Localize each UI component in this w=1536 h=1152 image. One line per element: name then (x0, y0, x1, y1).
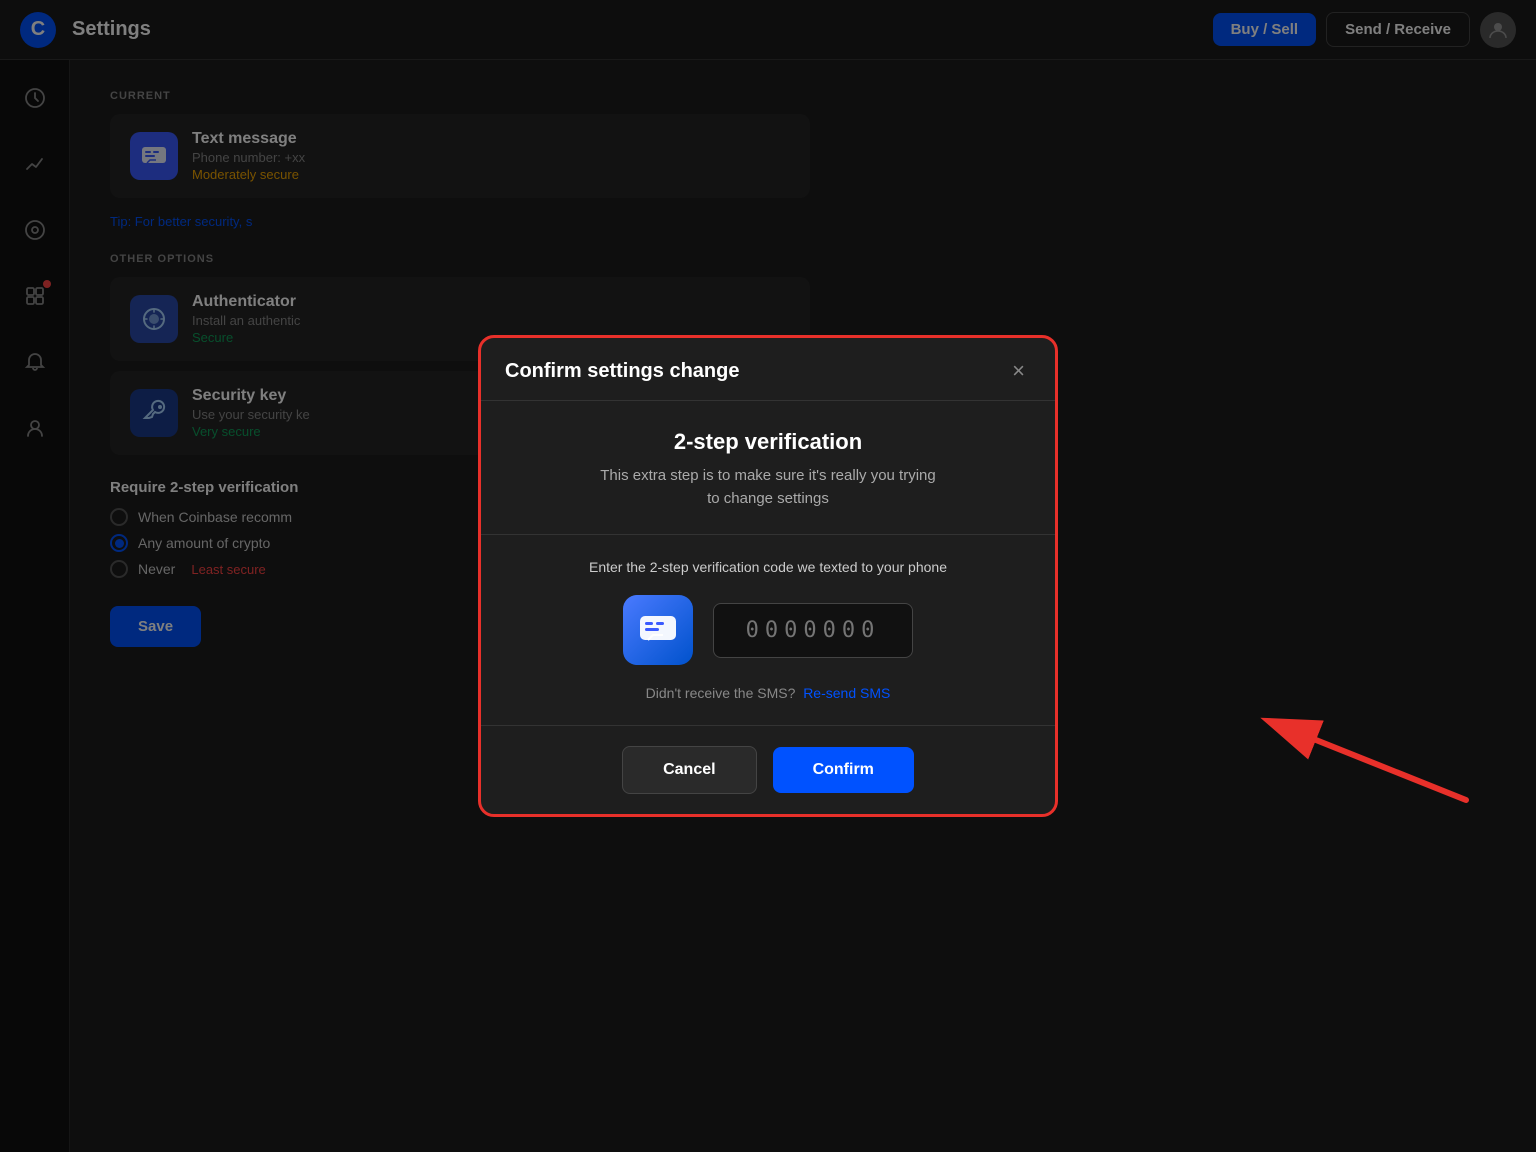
modal-header: Confirm settings change × (481, 338, 1055, 401)
arrow-annotation (1236, 690, 1476, 825)
modal-title: Confirm settings change (505, 360, 739, 383)
modal-body-top: 2-step verification This extra step is t… (481, 401, 1055, 535)
confirm-settings-modal: Confirm settings change × 2-step verific… (478, 335, 1058, 817)
arrow-svg (1236, 690, 1476, 820)
verification-row (505, 595, 1031, 665)
cancel-button[interactable]: Cancel (622, 746, 756, 794)
modal-body-bottom: Enter the 2-step verification code we te… (481, 535, 1055, 726)
verification-title: 2-step verification (505, 429, 1031, 455)
confirm-button[interactable]: Confirm (773, 747, 914, 793)
resend-row: Didn't receive the SMS? Re-send SMS (505, 685, 1031, 701)
resend-sms-link[interactable]: Re-send SMS (803, 685, 890, 701)
modal-footer: Cancel Confirm (481, 726, 1055, 814)
verification-desc: This extra step is to make sure it's rea… (505, 465, 1031, 510)
sms-icon (623, 595, 693, 665)
verification-code-input[interactable] (713, 603, 913, 658)
resend-prefix: Didn't receive the SMS? (646, 685, 796, 701)
modal-close-button[interactable]: × (1006, 358, 1031, 384)
code-instructions: Enter the 2-step verification code we te… (505, 559, 1031, 575)
